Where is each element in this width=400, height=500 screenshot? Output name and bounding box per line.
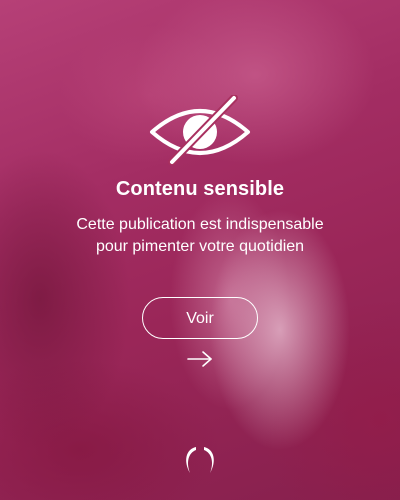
view-button[interactable]: Voir	[142, 297, 258, 339]
notice-title: Contenu sensible	[115, 178, 285, 200]
arrow-right-icon[interactable]	[186, 350, 214, 368]
sensitive-content-screen: Contenu sensible Cette publication est i…	[0, 0, 400, 500]
brand-logo-icon	[186, 447, 214, 473]
notice-subtitle-line-2: pour pimenter votre quotidien	[95, 238, 305, 255]
eye-slash-icon	[150, 95, 250, 165]
notice-subtitle: Cette publication est indispensable pour…	[30, 214, 370, 258]
notice-subtitle-line-1: Cette publication est indispensable	[76, 216, 324, 233]
sensitive-content-overlay: Contenu sensible Cette publication est i…	[0, 0, 400, 500]
